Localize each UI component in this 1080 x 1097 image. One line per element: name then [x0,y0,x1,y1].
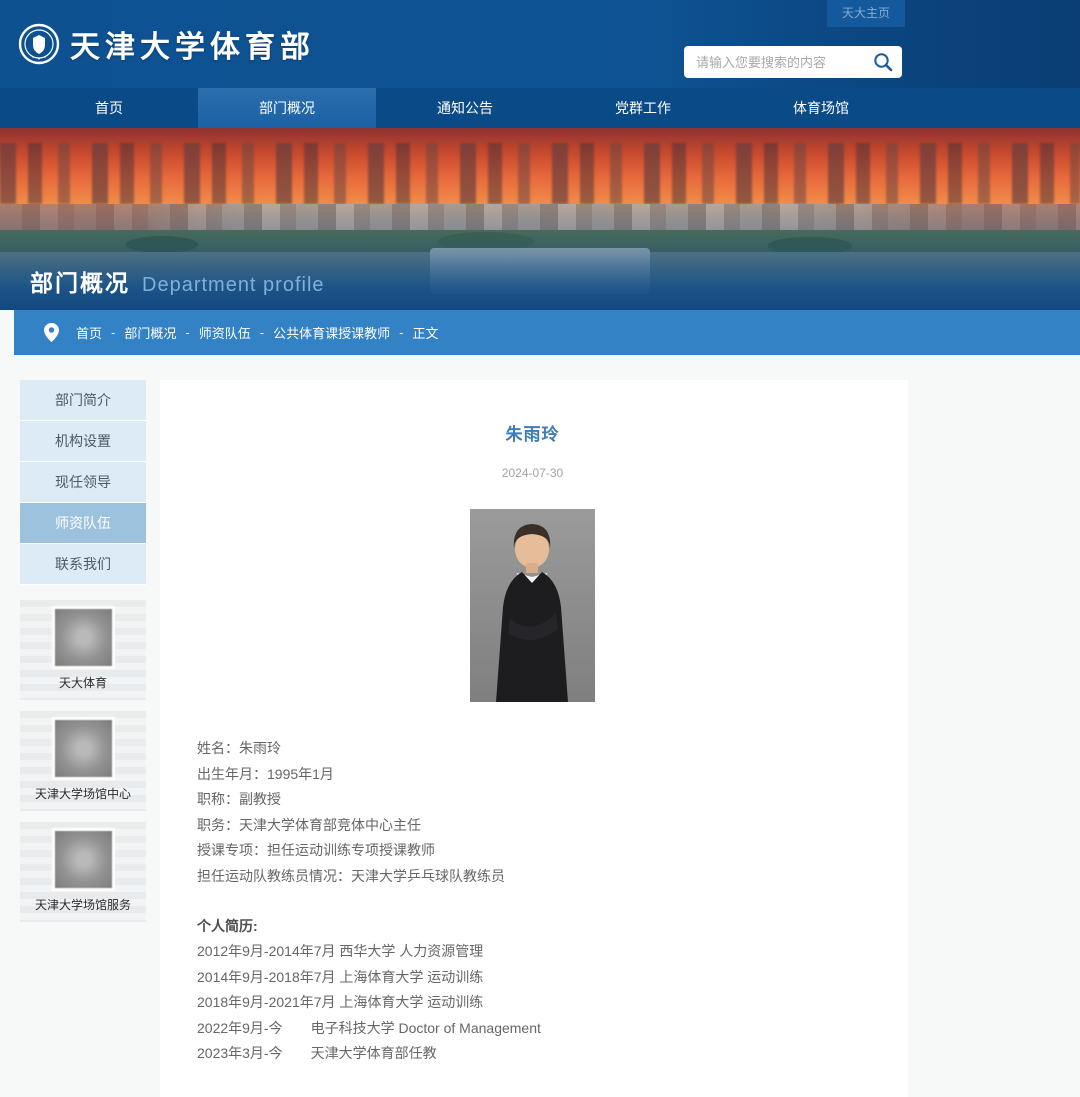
crumb-separator: - [260,325,264,340]
crumb-faculty[interactable]: 师资队伍 [199,323,251,342]
info-line-teaching: 授课专项：担任运动训练专项授课教师 [197,838,868,864]
info-line-position: 职务：天津大学体育部竞体中心主任 [197,813,868,839]
article-title: 朱雨玲 [197,420,868,445]
nav-item-home[interactable]: 首页 [20,88,198,128]
info-line-title: 职称：副教授 [197,787,868,813]
sidebar-item-department-intro[interactable]: 部门简介 [20,380,146,421]
sidebar-item-current-leaders[interactable]: 现任领导 [20,462,146,503]
teacher-info-block: 姓名：朱雨玲 出生年月：1995年1月 职称：副教授 职务：天津大学体育部竞体中… [197,736,868,889]
nav-item-sports-venues[interactable]: 体育场馆 [732,88,910,128]
sidebar-item-organization[interactable]: 机构设置 [20,421,146,462]
site-title: 天津大学体育部 [70,22,315,66]
tju-homepage-link[interactable]: 天大主页 [827,0,905,27]
crumb-department-overview[interactable]: 部门概况 [124,323,176,342]
sidebar-qr-list: 天大体育 天津大学场馆中心 天津大学场馆服务 [20,600,146,922]
resume-line: 2023年3月-今 天津大学体育部任教 [197,1041,868,1067]
search-icon[interactable] [872,51,894,73]
breadcrumb: 首页 - 部门概况 - 师资队伍 - 公共体育课授课教师 - 正文 [14,310,1080,355]
article-panel: 朱雨玲 2024-07-30 姓名：朱雨玲 出生年月：1995年1月 职称：副教… [160,380,908,1097]
crumb-separator: - [111,325,115,340]
nav-item-department-overview[interactable]: 部门概况 [198,88,376,128]
nav-item-party-work[interactable]: 党群工作 [554,88,732,128]
sidebar: 部门简介 机构设置 现任领导 师资队伍 联系我们 天大体育 天津大学场馆中心 天… [20,380,146,922]
resume-line: 2022年9月-今 电子科技大学 Doctor of Management [197,1016,868,1042]
qr-card-venue-service[interactable]: 天津大学场馆服务 [20,822,146,922]
site-logo[interactable]: 天津大学体育部 [18,22,315,66]
banner-title-en: Department profile [142,274,325,297]
qr-card-venue-center[interactable]: 天津大学场馆中心 [20,711,146,811]
qr-code-image [55,609,112,666]
info-line-birth: 出生年月：1995年1月 [197,762,868,788]
sidebar-item-contact-us[interactable]: 联系我们 [20,544,146,585]
search-input[interactable] [696,55,872,70]
qr-caption: 天津大学场馆服务 [20,896,146,913]
resume-line: 2012年9月-2014年7月 西华大学 人力资源管理 [197,939,868,965]
content-area: 部门简介 机构设置 现任领导 师资队伍 联系我们 天大体育 天津大学场馆中心 天… [0,355,1080,1097]
crumb-separator: - [399,325,403,340]
info-line-coaching: 担任运动队教练员情况：天津大学乒乓球队教练员 [197,864,868,890]
banner-caption: 部门概况 Department profile [30,264,325,298]
location-pin-icon [44,323,59,342]
qr-card-tju-sports[interactable]: 天大体育 [20,600,146,700]
hero-banner: 部门概况 Department profile [0,128,1080,310]
banner-title-cn: 部门概况 [30,264,130,298]
resume-line: 2014年9月-2018年7月 上海体育大学 运动训练 [197,965,868,991]
qr-code-image [55,720,112,777]
qr-caption: 天津大学场馆中心 [20,785,146,802]
qr-code-image [55,831,112,888]
resume-heading: 个人简历: [197,913,868,939]
crumb-current-article: 正文 [412,323,438,342]
main-nav: 首页 部门概况 通知公告 党群工作 体育场馆 [0,88,1080,128]
crumb-home[interactable]: 首页 [76,323,102,342]
sidebar-item-faculty[interactable]: 师资队伍 [20,503,146,544]
qr-caption: 天大体育 [20,674,146,691]
crumb-pe-teachers[interactable]: 公共体育课授课教师 [273,323,390,342]
sidebar-menu: 部门简介 机构设置 现任领导 师资队伍 联系我们 [20,380,146,585]
info-line-name: 姓名：朱雨玲 [197,736,868,762]
university-seal-icon [18,23,60,65]
search-box [684,46,902,78]
article-date: 2024-07-30 [197,466,868,480]
teacher-portrait-photo [470,509,595,702]
nav-item-notices[interactable]: 通知公告 [376,88,554,128]
crumb-separator: - [185,325,189,340]
site-header: 天大主页 天津大学体育部 [0,0,1080,88]
resume-line: 2018年9月-2021年7月 上海体育大学 运动训练 [197,990,868,1016]
